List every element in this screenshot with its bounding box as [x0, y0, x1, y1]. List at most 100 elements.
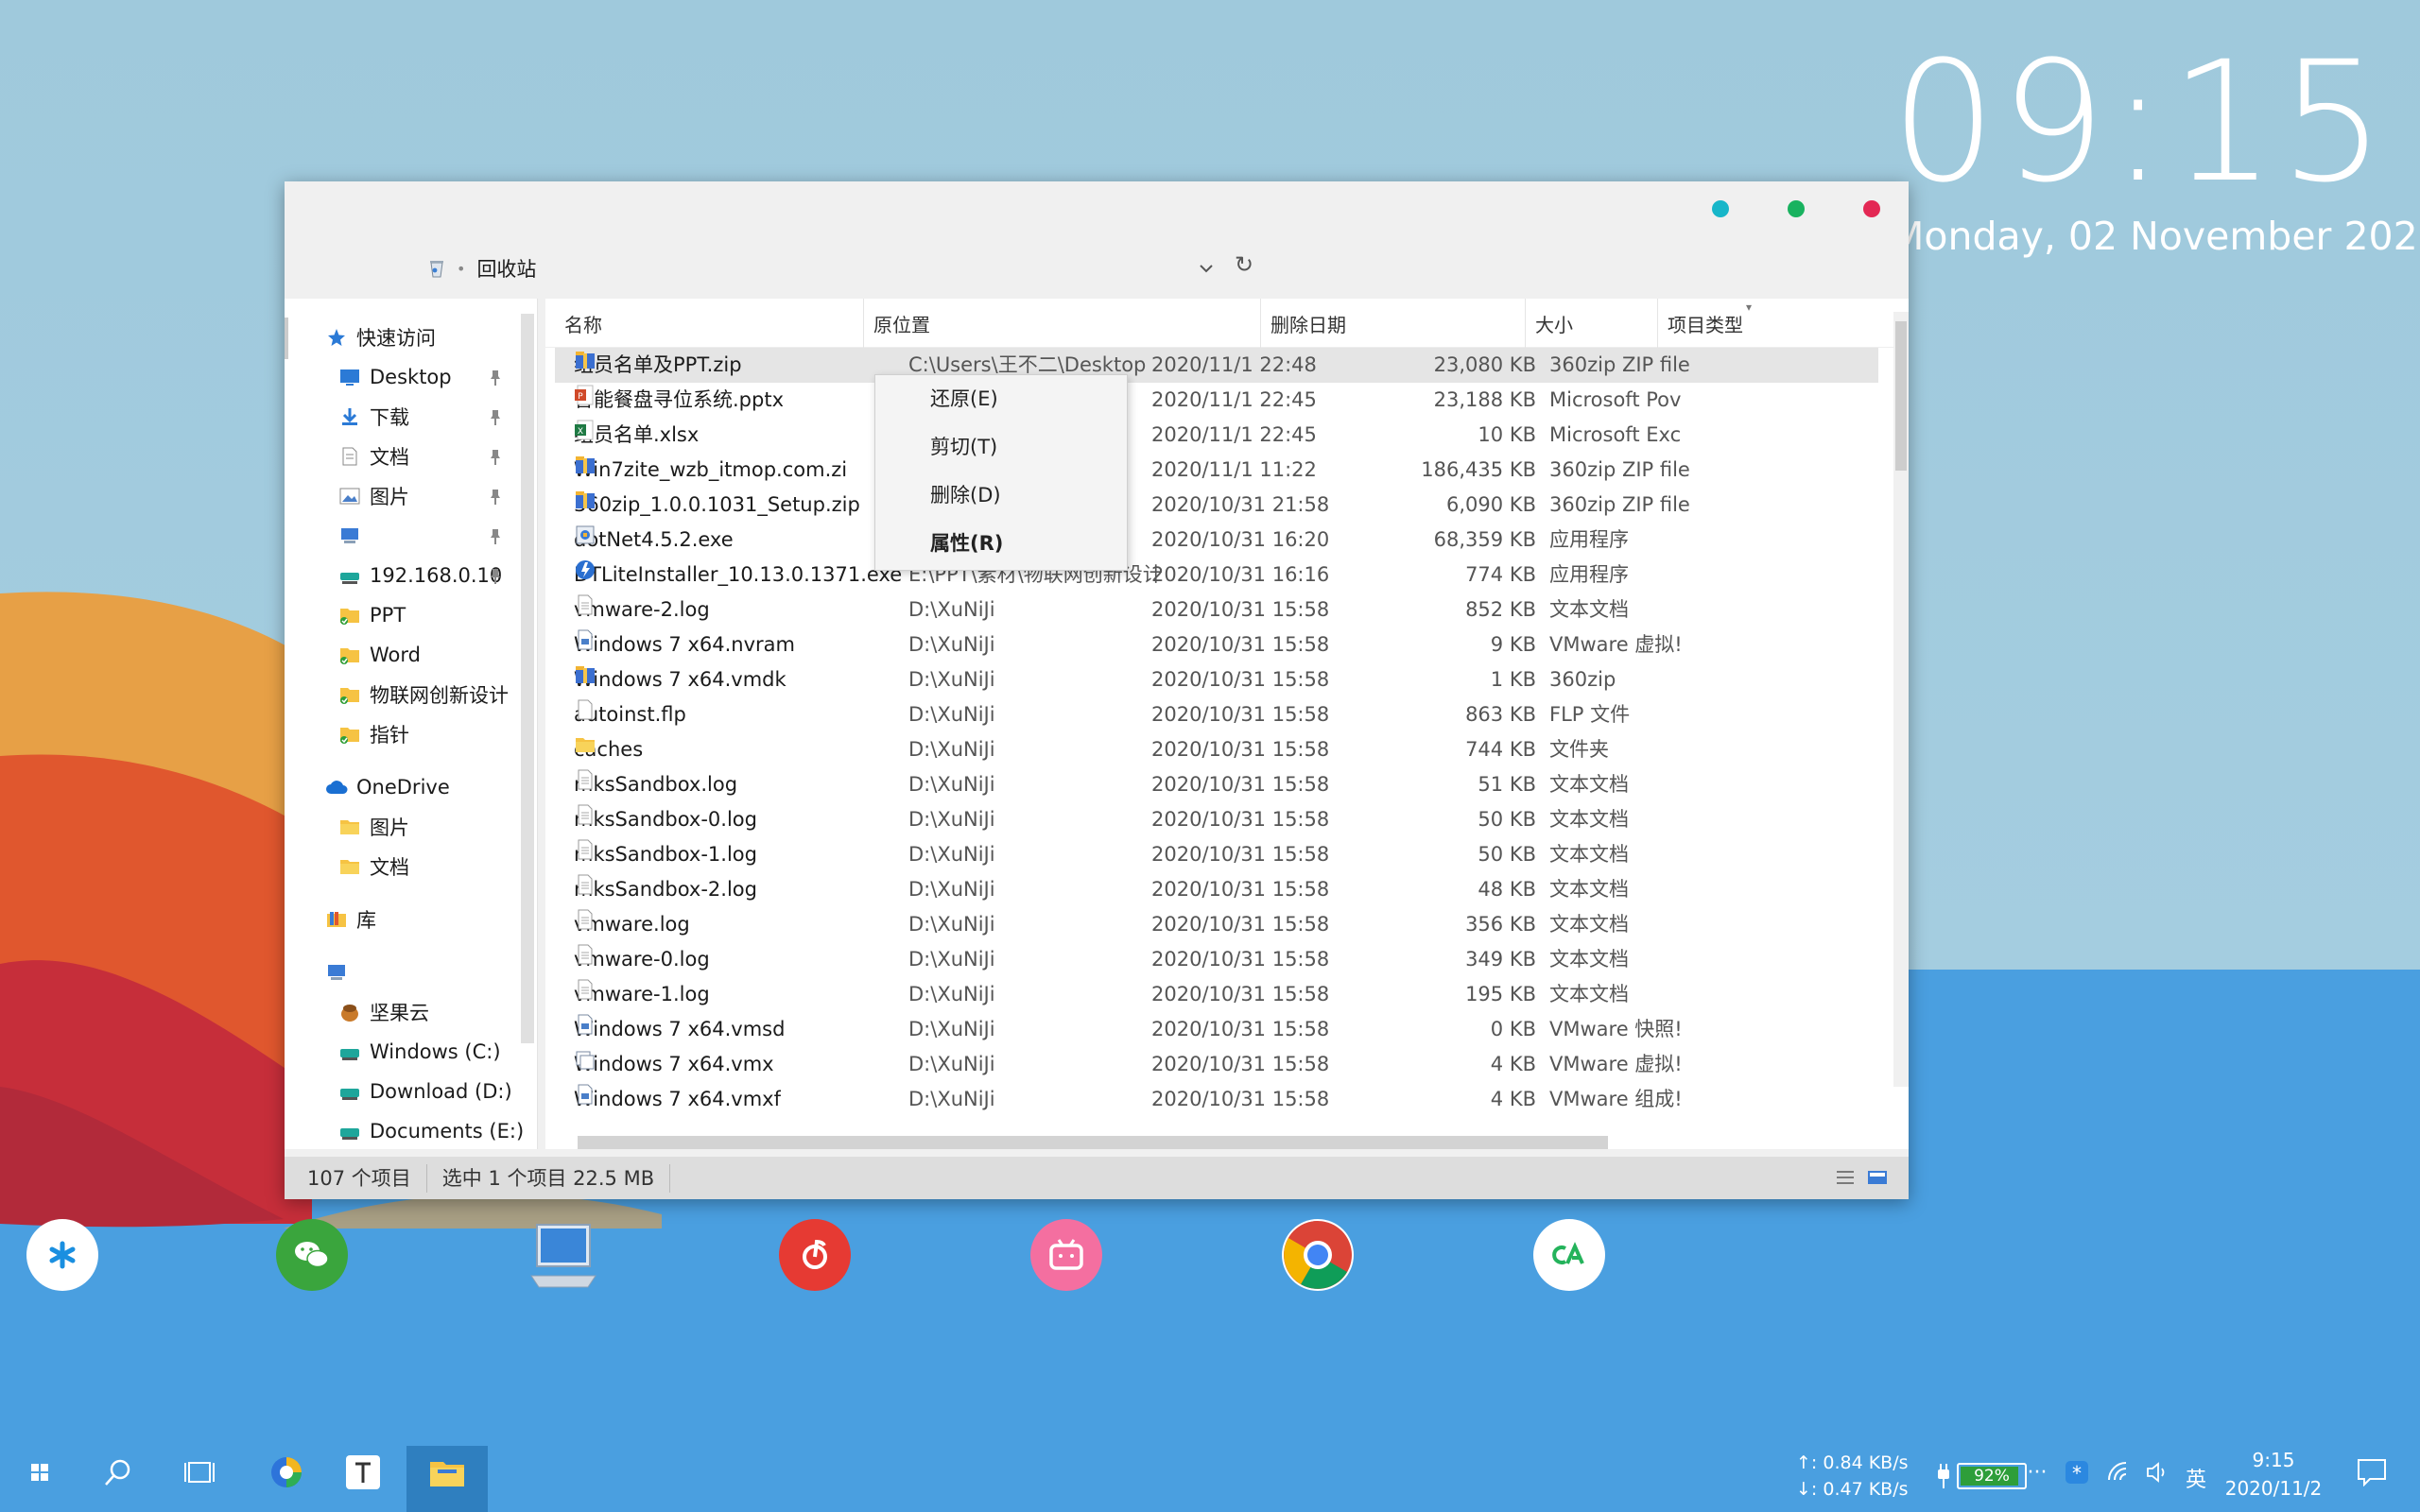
- column-header-size[interactable]: 大小: [1526, 299, 1658, 348]
- column-header-name[interactable]: 名称: [545, 299, 864, 348]
- nutstore-icon: [337, 1002, 362, 1022]
- nav-item[interactable]: Documents (E:): [285, 1111, 537, 1149]
- nav-item[interactable]: Download (D:): [285, 1072, 537, 1111]
- file-row[interactable]: vmware.log D:\XuNiJi 2020/10/31 15:58 356 K…: [555, 907, 1878, 942]
- dock-computer[interactable]: [527, 1219, 599, 1291]
- file-row[interactable]: dotNet4.5.2.exe 2020/10/31 16:20 68,359 KB…: [555, 523, 1878, 558]
- desktop: 09:15 Monday, 02 November 2020 • 回收站 ↻ 快…: [0, 0, 2420, 1512]
- maximize-button[interactable]: [1788, 200, 1805, 217]
- nav-item[interactable]: Desktop: [285, 357, 537, 397]
- file-row[interactable]: mksSandbox-2.log D:\XuNiJi 2020/10/31 15:5…: [555, 872, 1878, 907]
- file-row[interactable]: autoinst.flp D:\XuNiJi 2020/10/31 15:58 863…: [555, 697, 1878, 732]
- file-row[interactable]: Windows 7 x64.nvram D:\XuNiJi 2020/10/31 1…: [555, 627, 1878, 662]
- file-row[interactable]: vmware-1.log D:\XuNiJi 2020/10/31 15:58 195…: [555, 977, 1878, 1012]
- input-method-indicator[interactable]: 英: [2186, 1463, 2206, 1493]
- context-menu-item[interactable]: 删除(D): [875, 477, 1127, 525]
- nav-item[interactable]: Windows (C:): [285, 1032, 537, 1072]
- file-row[interactable]: X组员名单.xlsxesktop2020/11/1 22:4510 KBMicr…: [555, 418, 1878, 453]
- vertical-scroll-thumb[interactable]: [1895, 321, 1907, 471]
- context-menu-item[interactable]: 属性(R): [875, 525, 1127, 574]
- dock-netease-music[interactable]: [779, 1219, 851, 1291]
- file-name-cell: P 智能餐盘寻位系统.pptx: [574, 383, 920, 418]
- tray-overflow-button[interactable]: ···: [2023, 1433, 2051, 1512]
- folder-icon: [337, 856, 362, 877]
- dock-asterisk-app[interactable]: [26, 1219, 98, 1291]
- dock-ca-app[interactable]: [1533, 1219, 1605, 1291]
- file-row[interactable]: mksSandbox-0.log D:\XuNiJi 2020/10/31 15:5…: [555, 802, 1878, 837]
- nav-item[interactable]: 文档: [285, 847, 537, 886]
- action-center-button[interactable]: [2348, 1433, 2395, 1512]
- clock-date: Monday, 02 November 2020: [1891, 214, 2420, 259]
- file-row[interactable]: Windows 7 x64.vmx D:\XuNiJi 2020/10/31 15:…: [555, 1047, 1878, 1082]
- nav-item[interactable]: Word: [285, 635, 537, 675]
- nav-item[interactable]: 下载: [285, 397, 537, 437]
- context-menu-item[interactable]: 还原(E): [875, 381, 1127, 429]
- nav-item[interactable]: OneDrive: [285, 767, 537, 807]
- pin-icon: [488, 567, 503, 584]
- file-row[interactable]: Windows 7 x64.vmdk D:\XuNiJi 2020/10/31 15…: [555, 662, 1878, 697]
- file-row[interactable]: mksSandbox.log D:\XuNiJi 2020/10/31 15:58 5…: [555, 767, 1878, 802]
- file-row[interactable]: 360zip_1.0.0.1031_Setup.zipesktop2020/10…: [555, 488, 1878, 523]
- volume-button[interactable]: [2142, 1433, 2174, 1512]
- column-header-date[interactable]: 删除日期: [1261, 299, 1526, 348]
- minimize-button[interactable]: [1712, 200, 1729, 217]
- taskbar-app-typora[interactable]: [337, 1433, 389, 1512]
- nav-item[interactable]: 指针: [285, 714, 537, 754]
- start-button[interactable]: [19, 1433, 60, 1512]
- nav-item[interactable]: 库: [285, 900, 537, 939]
- tray-app-icon[interactable]: *: [2061, 1433, 2093, 1512]
- file-size: 50 KB: [1478, 808, 1536, 831]
- battery-percent: 92%: [1974, 1467, 2010, 1486]
- refresh-icon[interactable]: ↻: [1235, 251, 1253, 278]
- file-row[interactable]: P智能餐盘寻位系统.pptxesktop2020/11/1 22:4523,18…: [555, 383, 1878, 418]
- nav-item[interactable]: 物联网创新设计: [285, 675, 537, 714]
- file-size: 23,080 KB: [1433, 353, 1536, 376]
- taskbar-clock[interactable]: 9:15 2020/11/2: [2212, 1446, 2335, 1503]
- file-row[interactable]: caches D:\XuNiJi 2020/10/31 15:58 744 KB 文件夹: [555, 732, 1878, 767]
- file-row[interactable]: Win7zite_wzb_itmop.com.zi 2020/11/1 11:22…: [555, 453, 1878, 488]
- column-header-type[interactable]: 项目类型: [1658, 299, 1809, 348]
- nav-item[interactable]: 图片: [285, 476, 537, 516]
- file-name: Windows 7 x64.vmsd: [574, 1018, 786, 1040]
- details-view-icon[interactable]: [1835, 1168, 1856, 1187]
- vertical-scrollbar[interactable]: [1893, 312, 1909, 1087]
- nav-item[interactable]: 192.168.0.10: [285, 556, 537, 595]
- battery-indicator[interactable]: 92%: [1936, 1463, 2027, 1489]
- search-button[interactable]: [95, 1433, 142, 1512]
- nav-item[interactable]: 文档: [285, 437, 537, 476]
- column-header-orig[interactable]: 原位置: [864, 299, 1261, 348]
- nav-item[interactable]: PPT: [285, 595, 537, 635]
- file-row[interactable]: vmware-0.log D:\XuNiJi 2020/10/31 15:58 349…: [555, 942, 1878, 977]
- file-row[interactable]: mksSandbox-1.log D:\XuNiJi 2020/10/31 15:5…: [555, 837, 1878, 872]
- wifi-button[interactable]: [2104, 1433, 2136, 1512]
- nav-item[interactable]: [285, 953, 537, 992]
- nav-item[interactable]: 快速访问: [285, 318, 537, 357]
- horizontal-scrollbar[interactable]: [578, 1134, 1892, 1149]
- chevron-down-icon[interactable]: [1195, 257, 1218, 280]
- taskbar-app-browser[interactable]: [261, 1433, 312, 1512]
- address-bar[interactable]: • 回收站: [426, 249, 1561, 287]
- sort-indicator-icon: ▾: [1746, 301, 1753, 314]
- nav-item[interactable]: 坚果云: [285, 992, 537, 1032]
- nav-scrollbar[interactable]: [521, 314, 534, 1043]
- close-button[interactable]: [1863, 200, 1880, 217]
- file-row[interactable]: Windows 7 x64.vmsd D:\XuNiJi 2020/10/31 15…: [555, 1012, 1878, 1047]
- file-row[interactable]: 组员名单及PPT.zip C:\Users\王不二\Desktop 2020/11/…: [555, 348, 1878, 383]
- dock-wechat[interactable]: [276, 1219, 348, 1291]
- nav-item[interactable]: 图片: [285, 807, 537, 847]
- task-view-icon: [184, 1462, 215, 1483]
- file-row[interactable]: vmware-2.log D:\XuNiJi 2020/10/31 15:58 852…: [555, 593, 1878, 627]
- file-size: 1 KB: [1490, 668, 1536, 691]
- file-row[interactable]: Windows 7 x64.vmxf D:\XuNiJi 2020/10/31 15…: [555, 1082, 1878, 1117]
- breadcrumb-location[interactable]: 回收站: [476, 254, 536, 283]
- taskbar-app-file-explorer[interactable]: [416, 1433, 478, 1512]
- tiles-view-icon[interactable]: [1867, 1168, 1888, 1187]
- file-type: 文本文档: [1549, 598, 1629, 621]
- task-view-button[interactable]: [176, 1433, 223, 1512]
- file-row[interactable]: DTLiteInstaller_10.13.0.1371.exe E:\PPT\素…: [555, 558, 1878, 593]
- nav-item[interactable]: [285, 516, 537, 556]
- dock-bilibili[interactable]: [1030, 1219, 1102, 1291]
- context-menu-item[interactable]: 剪切(T): [875, 429, 1127, 477]
- horizontal-scroll-thumb[interactable]: [578, 1136, 1608, 1149]
- dock-chrome[interactable]: [1282, 1219, 1354, 1291]
